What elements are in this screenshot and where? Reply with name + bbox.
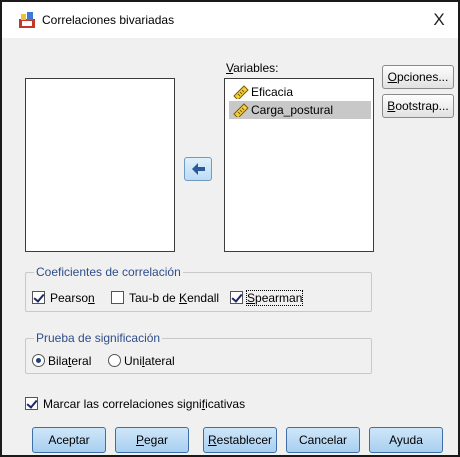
title-bar: Correlaciones bivariadas X (2, 2, 458, 38)
bootstrap-button[interactable]: Bootstrap... (382, 94, 454, 118)
pearson-label: Pearson (50, 291, 95, 305)
reset-button[interactable]: Restablecer (203, 427, 277, 453)
cancel-button[interactable]: Cancelar (286, 427, 360, 453)
variables-list[interactable]: Eficacia Carga_postural (224, 78, 374, 252)
variable-item-carga-postural[interactable]: Carga_postural (229, 101, 371, 119)
dialog-window: Correlaciones bivariadas X Variables: Ef… (0, 0, 460, 457)
significance-test-group: Prueba de significación Bilateral Unilat… (25, 331, 372, 374)
one-tailed-label: Unilateral (124, 354, 175, 368)
help-button[interactable]: Ayuda (369, 427, 443, 453)
scale-ruler-icon (233, 85, 249, 99)
window-title: Correlaciones bivariadas (42, 13, 175, 27)
spearman-label: Spearman (245, 290, 304, 306)
two-tailed-label: Bilateral (48, 354, 92, 368)
flag-significant-label: Marcar las correlaciones significativas (43, 397, 246, 411)
dialog-body: Variables: Eficacia Carga_postural Opcio… (2, 38, 458, 455)
scale-ruler-icon (233, 103, 249, 117)
variables-label: Variables: (226, 61, 279, 75)
variable-name: Carga_postural (251, 103, 334, 117)
spearman-checkbox[interactable] (230, 291, 243, 304)
pearson-checkbox[interactable] (32, 291, 45, 304)
two-tailed-radio[interactable] (32, 354, 45, 367)
group-title: Prueba de significación (34, 331, 163, 345)
options-button[interactable]: Opciones... (382, 65, 454, 89)
variable-name: Eficacia (251, 85, 294, 99)
variable-item-eficacia[interactable]: Eficacia (229, 83, 371, 101)
close-button[interactable]: X (424, 6, 454, 34)
kendall-checkbox[interactable] (111, 291, 124, 304)
flag-significant-checkbox[interactable] (25, 397, 38, 410)
group-title: Coeficientes de correlación (34, 265, 183, 279)
kendall-label: Tau-b de Kendall (129, 291, 220, 305)
arrow-left-icon (192, 163, 205, 175)
paste-button[interactable]: Pegar (115, 427, 189, 453)
accept-button[interactable]: Aceptar (32, 427, 106, 453)
spss-app-icon (19, 12, 35, 28)
move-variable-button[interactable] (184, 157, 212, 181)
one-tailed-radio[interactable] (108, 354, 121, 367)
source-variable-list[interactable] (25, 78, 175, 252)
correlation-coefficients-group: Coeficientes de correlación Pearson Tau-… (25, 265, 372, 312)
